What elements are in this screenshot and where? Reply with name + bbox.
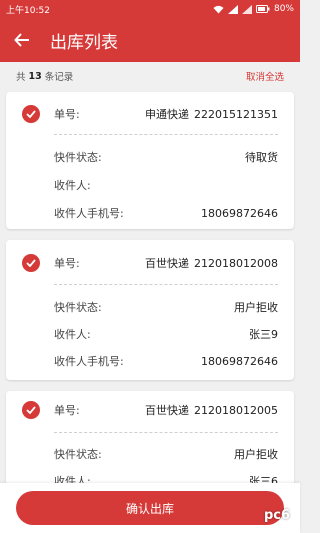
watermark-logo: pc6 (263, 508, 290, 523)
divider (54, 134, 278, 135)
confirm-outbound-button[interactable]: 确认出库 (16, 491, 284, 525)
status-row: 快件状态: 待取货 (54, 147, 278, 167)
status-value: 用户拒收 (234, 448, 278, 461)
order-number-row: 单号: 百世快递 212018012008 (54, 253, 278, 273)
page-title: 出库列表 (50, 32, 118, 53)
phone-value: 18069872646 (201, 206, 278, 220)
recipient-label: 收件人: (54, 328, 91, 341)
battery-icon (255, 5, 270, 13)
order-number-label: 单号: (54, 404, 80, 417)
status-value: 用户拒收 (234, 301, 278, 314)
order-number: 212018012008 (194, 256, 278, 270)
wifi-icon (213, 5, 224, 13)
order-number-row: 单号: 申通快递 222015121351 (54, 104, 278, 124)
checkbox-checked-icon[interactable] (22, 105, 40, 123)
summary-suffix: 条记录 (44, 72, 74, 83)
order-number: 212018012005 (194, 403, 278, 417)
recipient-label: 收件人: (54, 179, 91, 192)
order-number-row: 单号: 百世快递 212018012005 (54, 400, 278, 420)
courier-name: 百世快递 (145, 257, 190, 270)
phone-row: 收件人手机号: 18069872646 (54, 351, 278, 371)
order-card[interactable]: 单号: 申通快递 222015121351 快件状态: 待取货 收件人: 收件人… (6, 92, 294, 229)
courier-name: 申通快递 (145, 108, 190, 121)
cancel-select-all-button[interactable]: 取消全选 (246, 69, 284, 83)
status-label: 快件状态: (54, 448, 102, 461)
summary-bar: 共 13 条记录 取消全选 (0, 62, 300, 90)
divider (54, 284, 278, 285)
status-time: 上午10:52 (6, 5, 50, 16)
back-arrow-icon (14, 33, 29, 47)
battery-level: 80% (273, 4, 294, 14)
order-number-label: 单号: (54, 257, 80, 270)
phone-label: 收件人手机号: (54, 207, 124, 220)
recipient-value: 张三9 (249, 328, 278, 341)
recipient-row: 收件人: (54, 175, 278, 195)
summary-prefix: 共 (16, 72, 26, 83)
checkbox-checked-icon[interactable] (22, 254, 40, 272)
phone-label: 收件人手机号: (54, 355, 124, 368)
checkbox-checked-icon[interactable] (22, 401, 40, 419)
order-number-label: 单号: (54, 108, 80, 121)
status-row: 快件状态: 用户拒收 (54, 444, 278, 464)
record-count: 13 (28, 70, 42, 82)
status-bar: 上午10:52 80% (0, 0, 300, 18)
signal-icon-2 (241, 4, 252, 14)
recipient-row: 收件人: 张三9 (54, 324, 278, 344)
order-number: 222015121351 (194, 107, 278, 121)
footer-bar: 确认出库 (0, 483, 300, 533)
signal-icon (227, 4, 238, 14)
status-row: 快件状态: 用户拒收 (54, 297, 278, 317)
phone-row: 收件人手机号: 18069872646 (54, 203, 278, 223)
order-card[interactable]: 单号: 百世快递 212018012008 快件状态: 用户拒收 收件人: 张三… (6, 240, 294, 380)
app-bar: 出库列表 (0, 18, 300, 62)
status-label: 快件状态: (54, 301, 102, 314)
phone-value: 18069872646 (201, 354, 278, 368)
status-label: 快件状态: (54, 151, 102, 164)
status-value: 待取货 (245, 151, 278, 164)
back-button[interactable] (0, 18, 44, 62)
courier-name: 百世快递 (145, 404, 190, 417)
divider (54, 432, 278, 433)
